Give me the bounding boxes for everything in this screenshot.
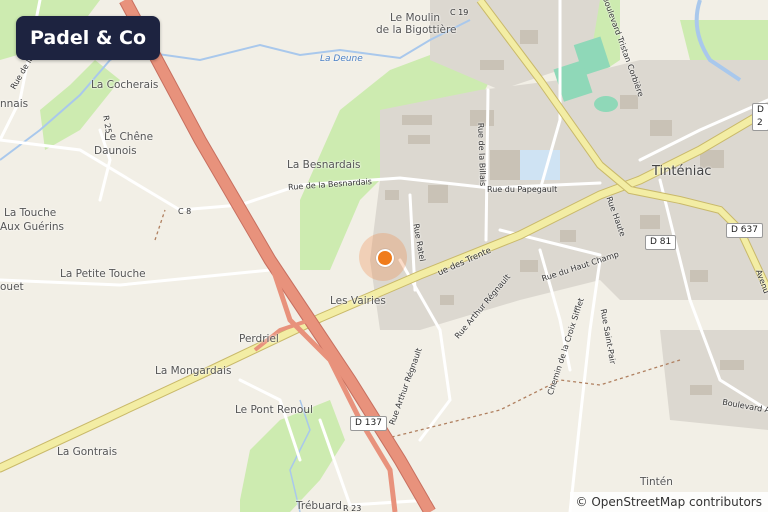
road-label-billais: Rue de la Billais	[476, 122, 488, 187]
place-label-la-cocherais: La Cocherais	[91, 79, 159, 91]
road-label-c19: C 19	[450, 8, 469, 17]
place-label-le-pont-renoul: Le Pont Renoul	[235, 404, 313, 416]
place-label-perdriel: Perdriel	[239, 333, 279, 345]
road-label-papegault: Rue du Papegault	[487, 185, 558, 194]
place-label-daunois: Daunois	[94, 145, 137, 157]
place-label-aux-guerins: Aux Guérins	[0, 221, 64, 233]
location-pin-icon[interactable]	[376, 249, 394, 267]
road-label-c8: C 8	[178, 207, 192, 216]
place-label-la-touche: La Touche	[4, 207, 57, 219]
map-attribution[interactable]: © OpenStreetMap contributors	[569, 492, 768, 512]
map-canvas[interactable]: Le Moulin de la Bigottière La Cocherais …	[0, 0, 768, 512]
place-label-la-besnardais: La Besnardais	[287, 159, 361, 171]
route-shield-d2: D 2	[752, 103, 768, 131]
place-label-la-gontrais: La Gontrais	[57, 446, 118, 458]
route-shield-d81: D 81	[645, 235, 677, 250]
place-label-trebuard: Trébuard	[296, 500, 342, 512]
place-label-la-mongardais: La Mongardais	[155, 365, 232, 377]
place-label-tinteniac-bottom: Tintén	[640, 476, 673, 488]
route-shield-d637: D 637	[726, 223, 763, 238]
water-label-la-deune: La Deune	[320, 54, 363, 64]
place-label-bigottiere: de la Bigottière	[376, 24, 457, 36]
place-label-nnais: nnais	[0, 98, 29, 110]
place-label-les-vairies: Les Vairies	[330, 295, 386, 307]
route-shield-d137: D 137	[350, 416, 387, 431]
app-title: Padel & Co	[16, 16, 161, 60]
place-label-la-petite-touche: La Petite Touche	[60, 268, 146, 280]
place-label-ouet: ouet	[0, 281, 24, 293]
road-label-r23: R 23	[343, 504, 362, 512]
place-label-tinteniac: Tinténiac	[652, 164, 712, 179]
